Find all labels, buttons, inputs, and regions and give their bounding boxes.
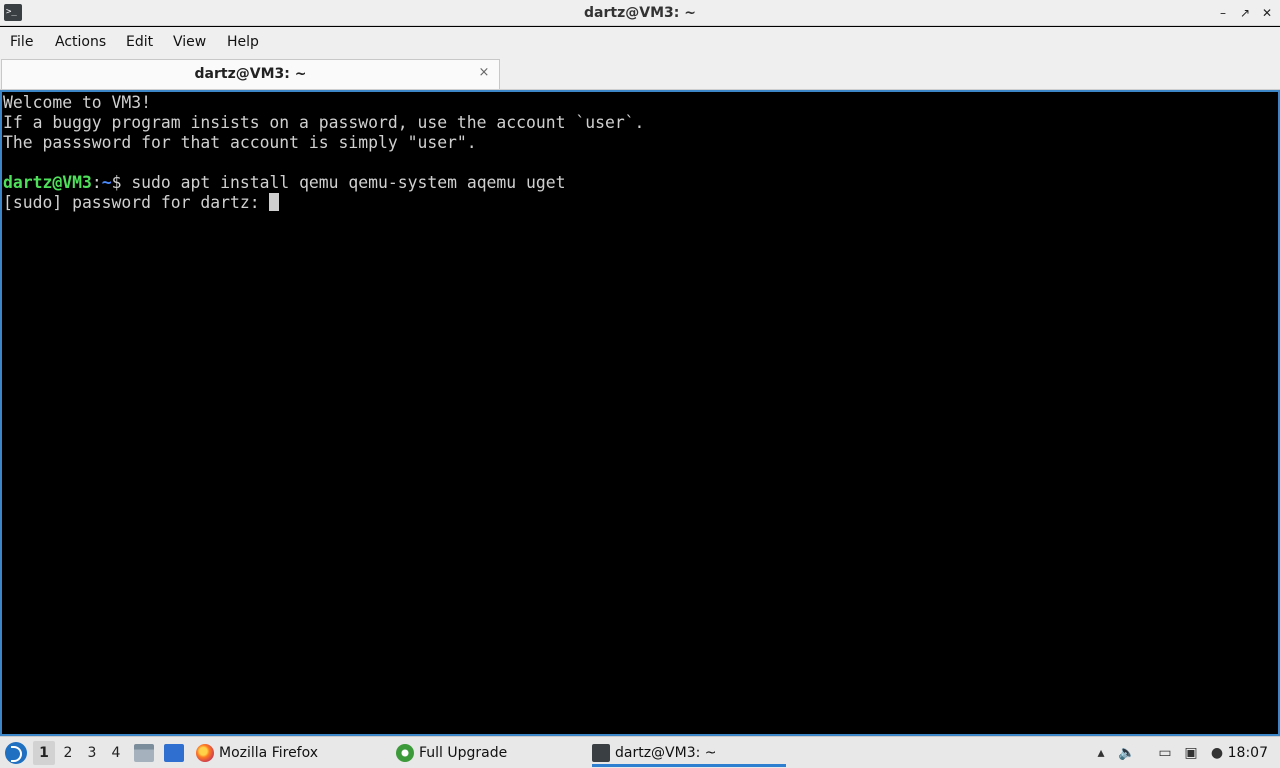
tab-terminal[interactable]: dartz@VM3: ~ × [1,59,500,89]
clipboard-icon[interactable]: ▭ [1156,744,1174,762]
prompt-path: ~ [101,173,112,192]
desktop-3[interactable]: 3 [81,741,103,765]
start-menu-icon[interactable] [5,742,27,764]
menu-view[interactable]: View [173,27,206,57]
desktop-4[interactable]: 4 [105,741,127,765]
menu-edit[interactable]: Edit [126,27,153,57]
task-firefox[interactable]: Mozilla Firefox [196,739,386,767]
task-full-upgrade[interactable]: Full Upgrade [396,739,586,767]
close-window-button[interactable]: ✕ [1256,0,1278,26]
file-manager-icon[interactable] [134,744,154,762]
tray-expand-icon[interactable]: ▴ [1092,744,1110,762]
firefox-icon [196,744,214,762]
tab-bar: dartz@VM3: ~ × [0,57,1280,90]
menu-help[interactable]: Help [227,27,259,57]
menu-actions[interactable]: Actions [55,27,106,57]
sudo-prompt: [sudo] password for dartz: [3,193,270,212]
task-label: Mozilla Firefox [219,745,319,761]
window-titlebar[interactable]: >_ dartz@VM3: ~ – ↗ ✕ [0,0,1280,26]
prompt-separator: : [91,173,102,192]
terminal-output[interactable]: Welcome to VM3! If a buggy program insis… [0,90,1280,736]
terminal-line: The passsword for that account is simply… [3,133,477,152]
task-label: dartz@VM3: ~ [615,745,717,761]
menu-bar: File Actions Edit View Help [0,27,1280,57]
maximize-button[interactable]: ↗ [1234,0,1256,26]
window-title: dartz@VM3: ~ [584,5,696,21]
update-notifier-icon[interactable]: ● [1208,744,1226,762]
command-text: sudo apt install qemu qemu-system aqemu … [131,173,566,192]
volume-icon[interactable]: 🔈 [1118,744,1136,762]
network-icon[interactable]: ▣ [1182,744,1200,762]
desktop-2[interactable]: 2 [57,741,79,765]
terminal-cursor[interactable] [269,193,280,211]
tab-label: dartz@VM3: ~ [194,66,307,82]
sudo-password-line: [sudo] password for dartz: [3,193,280,213]
show-desktop-icon[interactable] [164,744,184,762]
command-line: dartz@VM3:~$ sudo apt install qemu qemu-… [3,173,566,193]
terminal-icon [592,744,610,762]
tab-close-icon[interactable]: × [477,65,491,81]
taskbar: 1 2 3 4 Mozilla Firefox Full Upgrade dar… [0,736,1280,768]
prompt-user: dartz@VM3 [3,173,92,192]
upgrade-icon [396,744,414,762]
terminal-line: Welcome to VM3! [3,93,152,112]
desktop-1[interactable]: 1 [33,741,55,765]
menu-file[interactable]: File [10,27,33,57]
task-label: Full Upgrade [419,745,508,761]
terminal-line: If a buggy program insists on a password… [3,113,645,132]
clock[interactable]: 18:07 [1228,737,1268,768]
prompt-symbol: $ [111,173,132,192]
minimize-button[interactable]: – [1212,0,1234,26]
task-terminal[interactable]: dartz@VM3: ~ [592,739,786,767]
